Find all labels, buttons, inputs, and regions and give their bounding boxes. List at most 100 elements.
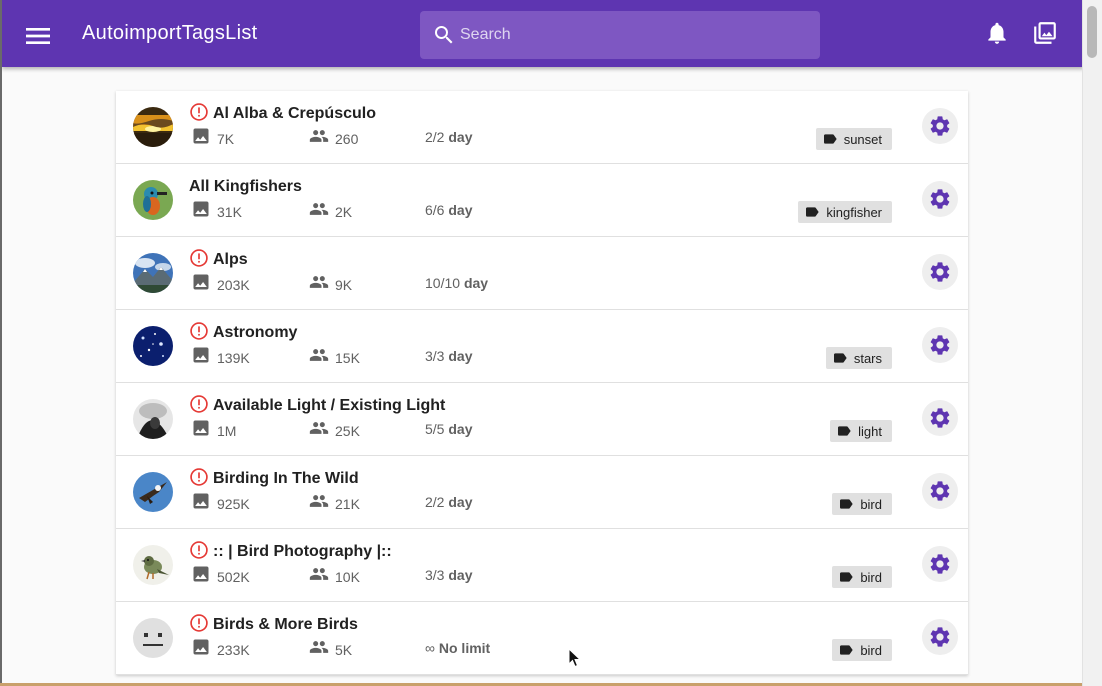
warning-icon <box>189 248 209 268</box>
label-icon <box>822 131 838 147</box>
gear-icon <box>928 114 952 138</box>
image-icon <box>191 345 211 365</box>
group-row[interactable]: Birding In The Wild 925K 21K 2/2 day bir… <box>116 456 968 529</box>
group-name[interactable]: Alps <box>213 251 248 269</box>
settings-gear-button[interactable] <box>922 181 958 217</box>
member-count: 21K <box>335 496 360 512</box>
warning-icon <box>189 540 209 560</box>
tag-label: sunset <box>843 131 882 147</box>
photo-count: 502K <box>217 569 250 585</box>
gear-icon <box>928 479 952 503</box>
scrollbar[interactable] <box>1082 0 1102 686</box>
group-row[interactable]: Astronomy 139K 15K 3/3 day stars <box>116 310 968 383</box>
search-input[interactable] <box>460 11 810 59</box>
app-window: AutoimportTagsList Al Alba & Crepúsculo … <box>0 0 1082 683</box>
limit-unit: day <box>448 494 473 510</box>
group-row[interactable]: Al Alba & Crepúsculo 7K 260 2/2 day suns… <box>116 91 968 164</box>
gear-icon <box>928 333 952 357</box>
search-box[interactable] <box>420 11 820 59</box>
group-row[interactable]: Birds & More Birds 233K 5K ∞ No limit bi… <box>116 602 968 675</box>
member-count: 9K <box>335 277 353 293</box>
settings-gear-button[interactable] <box>922 619 958 655</box>
default-face-avatar <box>133 618 173 658</box>
settings-gear-button[interactable] <box>922 473 958 509</box>
member-count: 2K <box>335 204 353 220</box>
tag-chip[interactable]: sunset <box>815 128 892 150</box>
limit-count: ∞ <box>425 640 435 656</box>
warning-icon <box>189 321 209 341</box>
settings-gear-button[interactable] <box>922 546 958 582</box>
limit-count: 2/2 <box>425 494 445 510</box>
posting-limit: 10/10 day <box>425 275 488 291</box>
group-row[interactable]: All Kingfishers 31K 2K 6/6 day kingfishe… <box>116 164 968 237</box>
limit-unit: day <box>448 348 473 364</box>
limit-count: 10/10 <box>425 275 461 291</box>
tag-label: light <box>858 423 882 439</box>
warning-icon <box>189 613 209 633</box>
photo-count: 7K <box>217 131 235 147</box>
label-icon <box>804 204 820 220</box>
label-icon <box>836 423 852 439</box>
group-row[interactable]: Available Light / Existing Light 1M 25K … <box>116 383 968 456</box>
people-icon <box>308 345 329 365</box>
photo-library-icon[interactable] <box>1032 20 1058 46</box>
image-icon <box>191 272 211 292</box>
member-count: 15K <box>335 350 360 366</box>
app-bar: AutoimportTagsList <box>2 0 1082 67</box>
kingfisher-avatar <box>133 180 173 220</box>
mountain-avatar <box>133 253 173 293</box>
limit-count: 3/3 <box>425 567 445 583</box>
tag-chip[interactable]: light <box>830 420 892 442</box>
group-name[interactable]: Astronomy <box>213 324 297 342</box>
stars-avatar <box>133 326 173 366</box>
settings-gear-button[interactable] <box>922 400 958 436</box>
limit-count: 2/2 <box>425 129 445 145</box>
settings-gear-button[interactable] <box>922 327 958 363</box>
tag-label: bird <box>860 496 882 512</box>
tag-chip[interactable]: kingfisher <box>798 201 892 223</box>
settings-gear-button[interactable] <box>922 254 958 290</box>
people-icon <box>308 637 329 657</box>
bell-icon[interactable] <box>984 20 1010 46</box>
settings-gear-button[interactable] <box>922 108 958 144</box>
label-icon <box>838 569 854 585</box>
scrollbar-thumb[interactable] <box>1087 6 1097 58</box>
tag-chip[interactable]: bird <box>832 639 892 661</box>
group-name[interactable]: Al Alba & Crepúsculo <box>213 105 376 123</box>
group-name[interactable]: Available Light / Existing Light <box>213 397 445 415</box>
group-name[interactable]: Birding In The Wild <box>213 470 359 488</box>
photo-count: 1M <box>217 423 237 439</box>
app-title: AutoimportTagsList <box>82 22 258 44</box>
group-name[interactable]: :: | Bird Photography |:: <box>213 543 392 561</box>
image-icon <box>191 126 211 146</box>
mouse-cursor-icon <box>568 648 582 668</box>
tag-chip[interactable]: bird <box>832 566 892 588</box>
image-icon <box>191 637 211 657</box>
people-icon <box>308 564 329 584</box>
posting-limit: 2/2 day <box>425 129 472 145</box>
member-count: 10K <box>335 569 360 585</box>
label-icon <box>838 642 854 658</box>
posting-limit: 2/2 day <box>425 494 472 510</box>
image-icon <box>191 199 211 219</box>
tag-chip[interactable]: stars <box>825 347 892 369</box>
posting-limit: 5/5 day <box>425 421 472 437</box>
group-name[interactable]: All Kingfishers <box>189 178 302 196</box>
warning-icon <box>189 394 209 414</box>
group-row[interactable]: Alps 203K 9K 10/10 day <box>116 237 968 310</box>
limit-unit: day <box>448 567 473 583</box>
group-name[interactable]: Birds & More Birds <box>213 616 358 634</box>
sunset-avatar <box>133 107 173 147</box>
gear-icon <box>928 406 952 430</box>
group-row[interactable]: :: | Bird Photography |:: 502K 10K 3/3 d… <box>116 529 968 602</box>
tag-chip[interactable]: bird <box>832 493 892 515</box>
posting-limit: 6/6 day <box>425 202 472 218</box>
menu-icon[interactable] <box>22 20 54 52</box>
gear-icon <box>928 187 952 211</box>
people-icon <box>308 126 329 146</box>
limit-unit: day <box>448 129 473 145</box>
member-count: 5K <box>335 642 353 658</box>
member-count: 25K <box>335 423 360 439</box>
limit-count: 3/3 <box>425 348 445 364</box>
people-icon <box>308 491 329 511</box>
